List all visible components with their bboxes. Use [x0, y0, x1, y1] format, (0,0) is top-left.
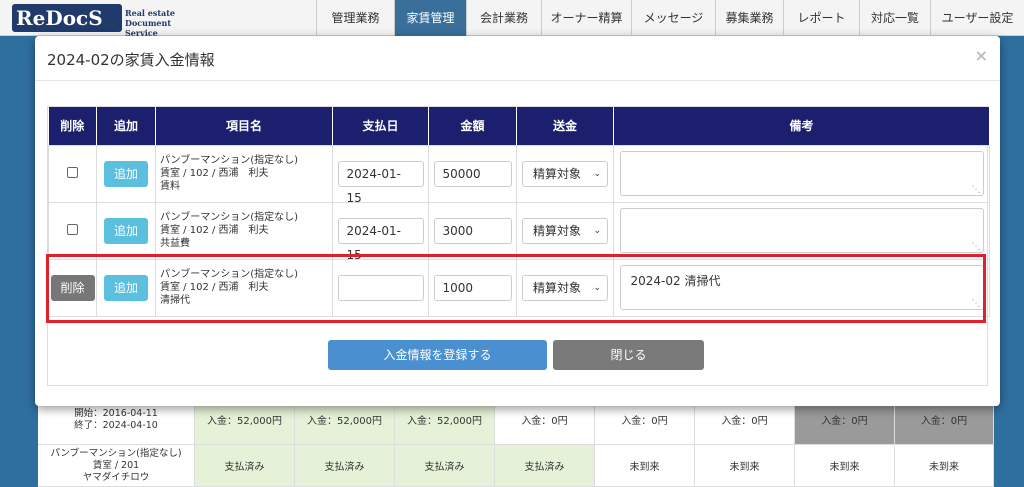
remit-value: 精算対象: [533, 223, 582, 238]
register-payment-button[interactable]: 入金情報を登録する: [328, 340, 547, 370]
remit-select[interactable]: 精算対象 ⌄: [522, 160, 608, 187]
column-header-add: 追加: [96, 107, 156, 145]
column-header-amount: 金額: [428, 107, 517, 145]
pay-date-cell: 2024-01-15: [332, 201, 429, 262]
pay-date-input[interactable]: 2024-01-15: [337, 160, 424, 205]
delete-checkbox[interactable]: [67, 166, 78, 178]
chevron-down-icon: ⌄: [593, 225, 601, 236]
item-type: 賃料: [160, 181, 180, 192]
item-property: パンブーマンション(指定なし): [160, 212, 299, 223]
table-cell: 未到来: [795, 445, 895, 487]
table-cell: 支払済み: [195, 445, 295, 487]
top-header: ReDocS Real estate Document Service 管理業務…: [0, 0, 1024, 38]
logo-tagline: Real estate Document Service: [125, 8, 197, 38]
pay-date-cell: 2024-01-15: [332, 144, 429, 205]
table-cell: 支払済み: [495, 445, 595, 487]
item-unit: 賃室 / 102 / 西浦 利夫: [160, 225, 269, 236]
modal-title: 2024-02の家賃入金情報: [47, 51, 215, 69]
resize-grip-icon[interactable]: ⋱: [972, 185, 981, 195]
table-cell: 未到来: [595, 445, 695, 487]
remit-cell: 精算対象 ⌄: [516, 201, 614, 260]
table-row: パンブーマンション(指定なし) 賃室 / 201 ヤマダイチロウ 支払済み 支払…: [38, 445, 994, 487]
add-cell: 追加: [96, 201, 156, 260]
table-row: 追加 パンブーマンション(指定なし) 賃室 / 102 / 西浦 利夫 共益費 …: [48, 201, 990, 262]
item-unit: 賃室 / 102 / 西浦 利夫: [160, 168, 269, 179]
add-cell: 追加: [96, 144, 156, 203]
tenant-name: ヤマダイチロウ: [82, 471, 150, 483]
nav-item-recruitment[interactable]: 募集業務: [715, 0, 783, 36]
amount-cell: 50000: [428, 144, 517, 203]
nav-item-messages[interactable]: メッセージ: [631, 0, 715, 36]
close-button[interactable]: 閉じる: [553, 340, 704, 370]
period-end: 終了：2024-04-10: [74, 419, 158, 431]
nav-item-reports[interactable]: レポート: [783, 0, 859, 36]
unit-label: 賃室 / 201: [92, 459, 140, 471]
column-header-item: 項目名: [155, 107, 333, 145]
logo-mark: ReDocS: [12, 4, 122, 32]
nav-item-accounting[interactable]: 会計業務: [466, 0, 541, 36]
column-header-delete: 削除: [48, 107, 97, 145]
add-button[interactable]: 追加: [104, 217, 148, 244]
property-name: パンブーマンション(指定なし): [50, 447, 182, 459]
item-type: 共益費: [160, 238, 190, 249]
period-start: 開始：2016-04-11: [74, 407, 158, 419]
logo[interactable]: ReDocS Real estate Document Service: [12, 4, 197, 38]
note-textarea[interactable]: ⋱: [619, 208, 984, 253]
table-cell: 未到来: [895, 445, 994, 487]
delete-cell: [48, 201, 97, 260]
add-button[interactable]: 追加: [104, 160, 148, 187]
remit-select[interactable]: 精算対象 ⌄: [522, 217, 608, 244]
amount-cell: 3000: [428, 201, 517, 260]
close-icon[interactable]: ×: [975, 46, 988, 65]
logo-tagline-line1: Real estate: [125, 8, 176, 18]
column-header-remit: 送金: [516, 107, 614, 145]
item-property: パンブーマンション(指定なし): [160, 155, 299, 166]
highlight-box: [46, 254, 986, 323]
remit-value: 精算対象: [533, 166, 582, 181]
pay-date-input[interactable]: 2024-01-15: [337, 217, 424, 262]
modal-actions: 入金情報を登録する 閉じる: [35, 336, 1000, 376]
item-description: パンブーマンション(指定なし) 賃室 / 102 / 西浦 利夫 共益費: [156, 211, 332, 250]
rent-payment-modal: 2024-02の家賃入金情報 × 削除 追加 項目名 支払日 金額 送金 備考: [35, 36, 1000, 406]
background-rent-table: 開始：2016-04-11 終了：2024-04-10 入金：52,000円 入…: [38, 395, 994, 487]
resize-grip-icon[interactable]: ⋱: [972, 242, 981, 252]
main-nav: 管理業務 家賃管理 会計業務 オーナー精算 メッセージ 募集業務 レポート 対応…: [316, 0, 1024, 36]
column-header-note: 備考: [613, 107, 990, 145]
chevron-down-icon: ⌄: [593, 168, 601, 179]
amount-input[interactable]: 3000: [433, 217, 512, 244]
nav-item-rent[interactable]: 家賃管理: [394, 0, 466, 36]
nav-item-user-settings[interactable]: ユーザー設定: [930, 0, 1024, 36]
table-cell: 未到来: [695, 445, 795, 487]
item-cell: パンブーマンション(指定なし) 賃室 / 102 / 西浦 利夫 共益費: [155, 201, 333, 260]
delete-cell: [48, 144, 97, 203]
table-cell: 支払済み: [295, 445, 395, 487]
table-header-row: 削除 追加 項目名 支払日 金額 送金 備考: [48, 107, 990, 145]
note-cell: ⋱: [613, 144, 990, 203]
nav-item-responses[interactable]: 対応一覧: [859, 0, 930, 36]
nav-item-management[interactable]: 管理業務: [316, 0, 394, 36]
delete-checkbox[interactable]: [67, 223, 78, 235]
column-header-pay-date: 支払日: [332, 107, 429, 145]
table-cell: パンブーマンション(指定なし) 賃室 / 201 ヤマダイチロウ: [38, 445, 195, 487]
item-cell: パンブーマンション(指定なし) 賃室 / 102 / 西浦 利夫 賃料: [155, 144, 333, 203]
table-row: 追加 パンブーマンション(指定なし) 賃室 / 102 / 西浦 利夫 賃料 2…: [48, 144, 990, 205]
modal-header: 2024-02の家賃入金情報 ×: [35, 36, 1000, 81]
nav-item-owner-settlement[interactable]: オーナー精算: [541, 0, 631, 36]
note-cell: ⋱: [613, 201, 990, 260]
item-description: パンブーマンション(指定なし) 賃室 / 102 / 西浦 利夫 賃料: [156, 154, 332, 193]
amount-input[interactable]: 50000: [433, 160, 512, 187]
logo-tagline-line2: Document Service: [125, 18, 172, 38]
note-textarea[interactable]: ⋱: [619, 151, 984, 196]
remit-cell: 精算対象 ⌄: [516, 144, 614, 203]
table-cell: 支払済み: [395, 445, 495, 487]
